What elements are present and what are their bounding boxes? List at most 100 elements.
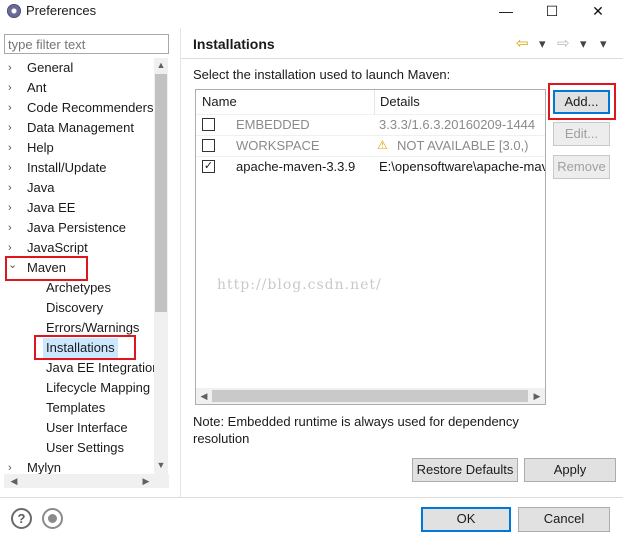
scroll-right-arrow-icon[interactable]: ▶	[531, 389, 543, 403]
scroll-left-arrow-icon[interactable]: ◀	[8, 474, 20, 488]
tree-item-label: Install/Update	[27, 160, 107, 175]
ok-button[interactable]: OK	[421, 507, 511, 532]
table-row[interactable]: ✓ apache-maven-3.3.9 E:\opensoftware\apa…	[196, 156, 545, 177]
tree-item-label: Java EE Integration	[46, 360, 154, 375]
minimize-button[interactable]: —	[483, 0, 529, 22]
maximize-button[interactable]: ☐	[529, 0, 575, 22]
row-checkbox[interactable]	[202, 118, 215, 131]
tree-item-label: Help	[27, 140, 54, 155]
page-title: Installations	[193, 36, 275, 52]
back-arrow-icon[interactable]: ⇦	[516, 34, 529, 52]
record-dot	[48, 514, 57, 523]
chevron-right-icon[interactable]: ›	[8, 78, 18, 98]
tree-item-java-persistence[interactable]: › Java Persistence	[4, 218, 154, 238]
row-checkbox[interactable]: ✓	[202, 160, 215, 173]
tree-scrollbar-thumb[interactable]	[155, 74, 167, 312]
header-separator	[181, 58, 623, 59]
window-title: Preferences	[26, 3, 97, 18]
tree-item-label: Lifecycle Mapping	[46, 380, 151, 395]
embedded-runtime-note: Note: Embedded runtime is always used fo…	[193, 414, 519, 446]
installation-name: EMBEDDED	[236, 117, 310, 132]
chevron-right-icon[interactable]: ›	[8, 118, 18, 138]
tree-item-label: User Interface	[46, 420, 128, 435]
tree-item-archetypes[interactable]: Archetypes	[4, 278, 154, 298]
help-icon[interactable]: ?	[11, 508, 32, 529]
scroll-up-arrow-icon[interactable]: ▲	[154, 58, 168, 72]
tree-item-code-recommenders[interactable]: › Code Recommenders	[4, 98, 154, 118]
tree-item-label: General	[27, 60, 74, 75]
record-macro-icon[interactable]	[42, 508, 63, 529]
instruction-label: Select the installation used to launch M…	[193, 67, 451, 82]
tree-item-java-ee-integration[interactable]: Java EE Integration	[4, 358, 154, 378]
tree-item-label: User Settings	[46, 440, 125, 455]
tree-item-lifecycle-mapping[interactable]: Lifecycle Mapping	[4, 378, 154, 398]
table-row[interactable]: WORKSPACE ⚠ NOT AVAILABLE [3.0,)	[196, 135, 545, 156]
tree-item-label: Ant	[27, 80, 47, 95]
tree-item-help[interactable]: › Help	[4, 138, 154, 158]
installation-details: NOT AVAILABLE [3.0,)	[397, 138, 529, 153]
tree-item-mylyn[interactable]: › Mylyn	[4, 458, 154, 474]
panel-divider	[180, 28, 181, 498]
warning-icon: ⚠	[377, 138, 388, 152]
forward-arrow-icon[interactable]: ⇨	[557, 34, 570, 52]
tree-item-label: Archetypes	[46, 280, 112, 295]
tree-item-label: Templates	[46, 400, 106, 415]
tree-item-user-interface[interactable]: User Interface	[4, 418, 154, 438]
tree-item-label: Java EE	[27, 200, 76, 215]
installation-name: apache-maven-3.3.9	[236, 159, 356, 174]
tree-item-label: Java Persistence	[27, 220, 126, 235]
tree-item-data-management[interactable]: › Data Management	[4, 118, 154, 138]
cancel-button[interactable]: Cancel	[518, 507, 610, 532]
installation-details: 3.3.3/1.6.3.20160209-1444	[379, 117, 536, 132]
edit-button[interactable]: Edit...	[553, 122, 610, 146]
tree-item-label: Code Recommenders	[27, 100, 154, 115]
tree-item-install-update[interactable]: › Install/Update	[4, 158, 154, 178]
highlight-box-installations	[34, 335, 136, 360]
tree-item-discovery[interactable]: Discovery	[4, 298, 154, 318]
chevron-right-icon[interactable]: ›	[8, 98, 18, 118]
tree-item-label: Data Management	[27, 120, 134, 135]
column-header-name[interactable]: Name	[202, 90, 237, 114]
table-row[interactable]: EMBEDDED 3.3.3/1.6.3.20160209-1444	[196, 114, 545, 135]
installation-details: E:\opensoftware\apache-maven-3.3.9	[379, 159, 545, 174]
tree-item-java[interactable]: › Java	[4, 178, 154, 198]
column-separator[interactable]	[374, 90, 375, 114]
chevron-right-icon[interactable]: ›	[8, 138, 18, 158]
watermark-text: http://blog.csdn.net/	[217, 277, 382, 293]
close-button[interactable]: ✕	[575, 0, 621, 22]
filter-input[interactable]	[4, 34, 169, 54]
installations-table: Name Details EMBEDDED 3.3.3/1.6.3.201602…	[195, 89, 546, 405]
apply-button[interactable]: Apply	[524, 458, 616, 482]
chevron-right-icon[interactable]: ›	[8, 198, 18, 218]
tree-item-label: Mylyn	[27, 460, 61, 474]
tree-item-label: Discovery	[46, 300, 104, 315]
footer-separator	[0, 497, 623, 498]
view-menu-icon[interactable]: ▾	[600, 36, 607, 52]
tree-item-javascript[interactable]: › JavaScript	[4, 238, 154, 258]
installation-name: WORKSPACE	[236, 138, 320, 153]
tree-item-java-ee[interactable]: › Java EE	[4, 198, 154, 218]
scroll-left-arrow-icon[interactable]: ◀	[198, 389, 210, 403]
tree-item-general[interactable]: › General	[4, 58, 154, 78]
row-checkbox[interactable]	[202, 139, 215, 152]
restore-defaults-button[interactable]: Restore Defaults	[412, 458, 518, 482]
chevron-right-icon[interactable]: ›	[8, 158, 18, 178]
remove-button[interactable]: Remove	[553, 155, 610, 179]
chevron-right-icon[interactable]: ›	[8, 218, 18, 238]
tree-item-templates[interactable]: Templates	[4, 398, 154, 418]
tree-item-label: JavaScript	[27, 240, 88, 255]
eclipse-app-icon	[7, 4, 21, 18]
scroll-down-arrow-icon[interactable]: ▼	[154, 458, 168, 472]
back-dropdown-icon[interactable]: ▾	[539, 36, 546, 52]
column-header-details[interactable]: Details	[380, 90, 420, 114]
table-scrollbar-thumb[interactable]	[212, 390, 528, 402]
tree-item-user-settings[interactable]: User Settings	[4, 438, 154, 458]
scroll-right-arrow-icon[interactable]: ▶	[140, 474, 152, 488]
chevron-right-icon[interactable]: ›	[8, 178, 18, 198]
forward-dropdown-icon[interactable]: ▾	[580, 36, 587, 52]
tree-item-ant[interactable]: › Ant	[4, 78, 154, 98]
chevron-right-icon[interactable]: ›	[8, 458, 18, 474]
highlight-box-maven	[5, 256, 88, 281]
tree-item-label: Java	[27, 180, 55, 195]
chevron-right-icon[interactable]: ›	[8, 58, 18, 78]
